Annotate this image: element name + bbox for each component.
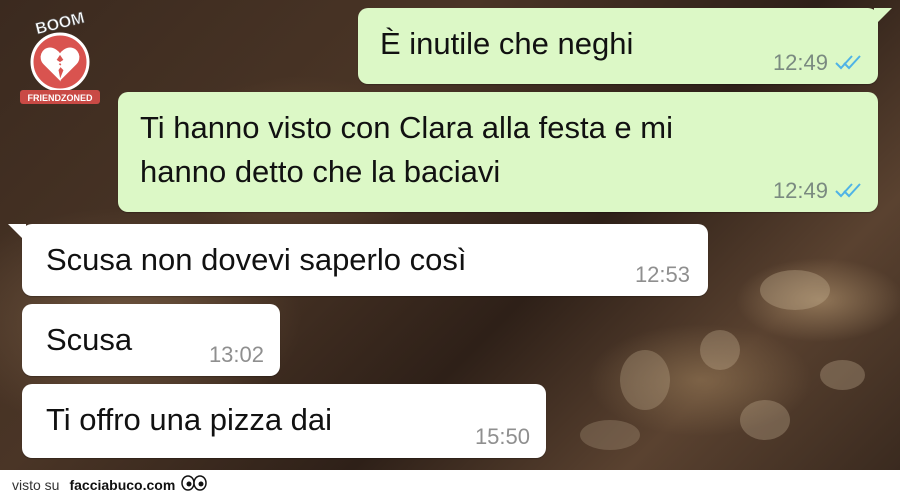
logo-bottom-text: FRIENDZONED (28, 93, 94, 103)
message-time: 12:49 (772, 178, 828, 203)
eyes-icon (181, 475, 208, 494)
bubble-tail (874, 8, 892, 26)
boom-friendzoned-logo: BOOM FRIENDZONED (20, 9, 100, 104)
footer-site-link[interactable]: facciabuco.com (69, 477, 175, 493)
message-text: Ti hanno visto con Clara alla festa e mi… (140, 110, 673, 189)
message-bubble-outgoing[interactable]: Ti hanno visto con Clara alla festa e mi… (118, 92, 878, 212)
message-time: 15:50 (474, 424, 530, 449)
bubble-tail (8, 224, 26, 242)
footer-prefix: visto su (12, 476, 60, 493)
message-text: Ti offro una pizza dai (46, 402, 333, 437)
message-bubble-outgoing[interactable]: È inutile che neghi 12:49 (358, 8, 892, 84)
message-meta: 12:49 (773, 178, 862, 204)
message-meta: 12:53 (635, 262, 690, 288)
message-time: 12:53 (634, 262, 690, 287)
message-bubble-incoming[interactable]: Ti offro una pizza dai 15:50 (22, 384, 546, 458)
message-text: Scusa non dovevi saperlo così (46, 242, 467, 277)
message-time: 12:49 (772, 50, 828, 75)
message-bubble-incoming[interactable]: Scusa non dovevi saperlo così 12:53 (8, 224, 708, 296)
message-time: 13:02 (208, 342, 264, 367)
message-meta: 12:49 (773, 50, 862, 76)
message-meta: 15:50 (475, 424, 530, 450)
read-ticks-icon (834, 50, 862, 76)
message-text: È inutile che neghi (380, 26, 634, 61)
message-bubble-incoming[interactable]: Scusa 13:02 (22, 304, 280, 376)
logo-circle (30, 32, 90, 92)
watermark-footer: visto su facciabuco.com (0, 470, 900, 499)
message-meta: 13:02 (209, 342, 264, 368)
read-ticks-icon (834, 178, 862, 204)
message-text: Scusa (46, 322, 133, 357)
